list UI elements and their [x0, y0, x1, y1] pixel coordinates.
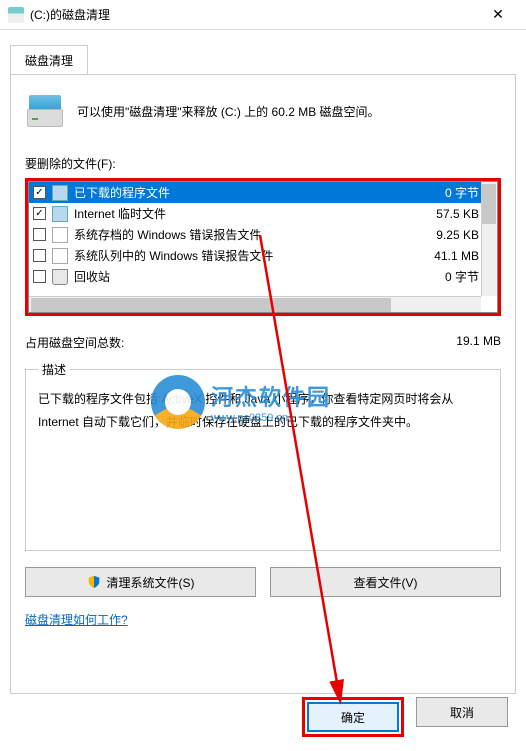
drive-cleanup-icon	[8, 7, 24, 23]
file-list[interactable]: 已下载的程序文件0 字节Internet 临时文件57.5 KB系统存档的 Wi…	[28, 181, 498, 313]
file-row[interactable]: 已下载的程序文件0 字节	[29, 182, 497, 203]
file-name: Internet 临时文件	[74, 205, 430, 222]
tab-content: 可以使用"磁盘清理"来释放 (C:) 上的 60.2 MB 磁盘空间。 要删除的…	[10, 74, 516, 694]
file-checkbox[interactable]	[33, 249, 46, 262]
description-text: 已下载的程序文件包括 ActiveX 控件和 Java 小程序，你查看特定网页时…	[38, 388, 488, 434]
file-icon	[52, 248, 68, 264]
file-icon	[52, 227, 68, 243]
scrollbar-horizontal[interactable]	[29, 296, 481, 312]
file-name: 系统队列中的 Windows 错误报告文件	[74, 247, 428, 264]
file-row[interactable]: Internet 临时文件57.5 KB	[29, 203, 497, 224]
file-checkbox[interactable]	[33, 186, 46, 199]
shield-icon	[87, 575, 101, 589]
file-checkbox[interactable]	[33, 270, 46, 283]
info-text: 可以使用"磁盘清理"来释放 (C:) 上的 60.2 MB 磁盘空间。	[77, 103, 380, 122]
drive-icon	[25, 95, 65, 131]
file-checkbox[interactable]	[33, 207, 46, 220]
title-bar: (C:)的磁盘清理 ✕	[0, 0, 526, 30]
recycle-bin-icon	[52, 269, 68, 285]
file-checkbox[interactable]	[33, 228, 46, 241]
file-row[interactable]: 回收站0 字节	[29, 266, 497, 287]
tab-disk-cleanup[interactable]: 磁盘清理	[10, 45, 88, 75]
file-list-highlight: 已下载的程序文件0 字节Internet 临时文件57.5 KB系统存档的 Wi…	[25, 178, 501, 316]
close-button[interactable]: ✕	[478, 1, 518, 29]
description-legend: 描述	[38, 361, 70, 378]
file-icon	[52, 206, 68, 222]
cancel-button[interactable]: 取消	[416, 697, 508, 727]
ok-button-highlight: 确定	[302, 697, 404, 737]
file-name: 已下载的程序文件	[74, 184, 439, 201]
view-files-button[interactable]: 查看文件(V)	[270, 567, 501, 597]
total-value: 19.1 MB	[456, 334, 501, 351]
ok-button[interactable]: 确定	[307, 702, 399, 732]
tab-strip: 磁盘清理	[10, 44, 516, 74]
scrollbar-vertical[interactable]	[481, 182, 497, 296]
how-cleanup-works-link[interactable]: 磁盘清理如何工作?	[25, 611, 128, 628]
description-box: 描述 已下载的程序文件包括 ActiveX 控件和 Java 小程序，你查看特定…	[25, 361, 501, 551]
total-label: 占用磁盘空间总数:	[25, 334, 456, 351]
file-icon	[52, 185, 68, 201]
files-to-delete-label: 要删除的文件(F):	[25, 155, 501, 172]
window-title: (C:)的磁盘清理	[30, 6, 478, 23]
file-name: 系统存档的 Windows 错误报告文件	[74, 226, 430, 243]
file-row[interactable]: 系统存档的 Windows 错误报告文件9.25 KB	[29, 224, 497, 245]
file-name: 回收站	[74, 268, 439, 285]
close-icon: ✕	[492, 6, 504, 23]
clean-system-files-button[interactable]: 清理系统文件(S)	[25, 567, 256, 597]
file-row[interactable]: 系统队列中的 Windows 错误报告文件41.1 MB	[29, 245, 497, 266]
